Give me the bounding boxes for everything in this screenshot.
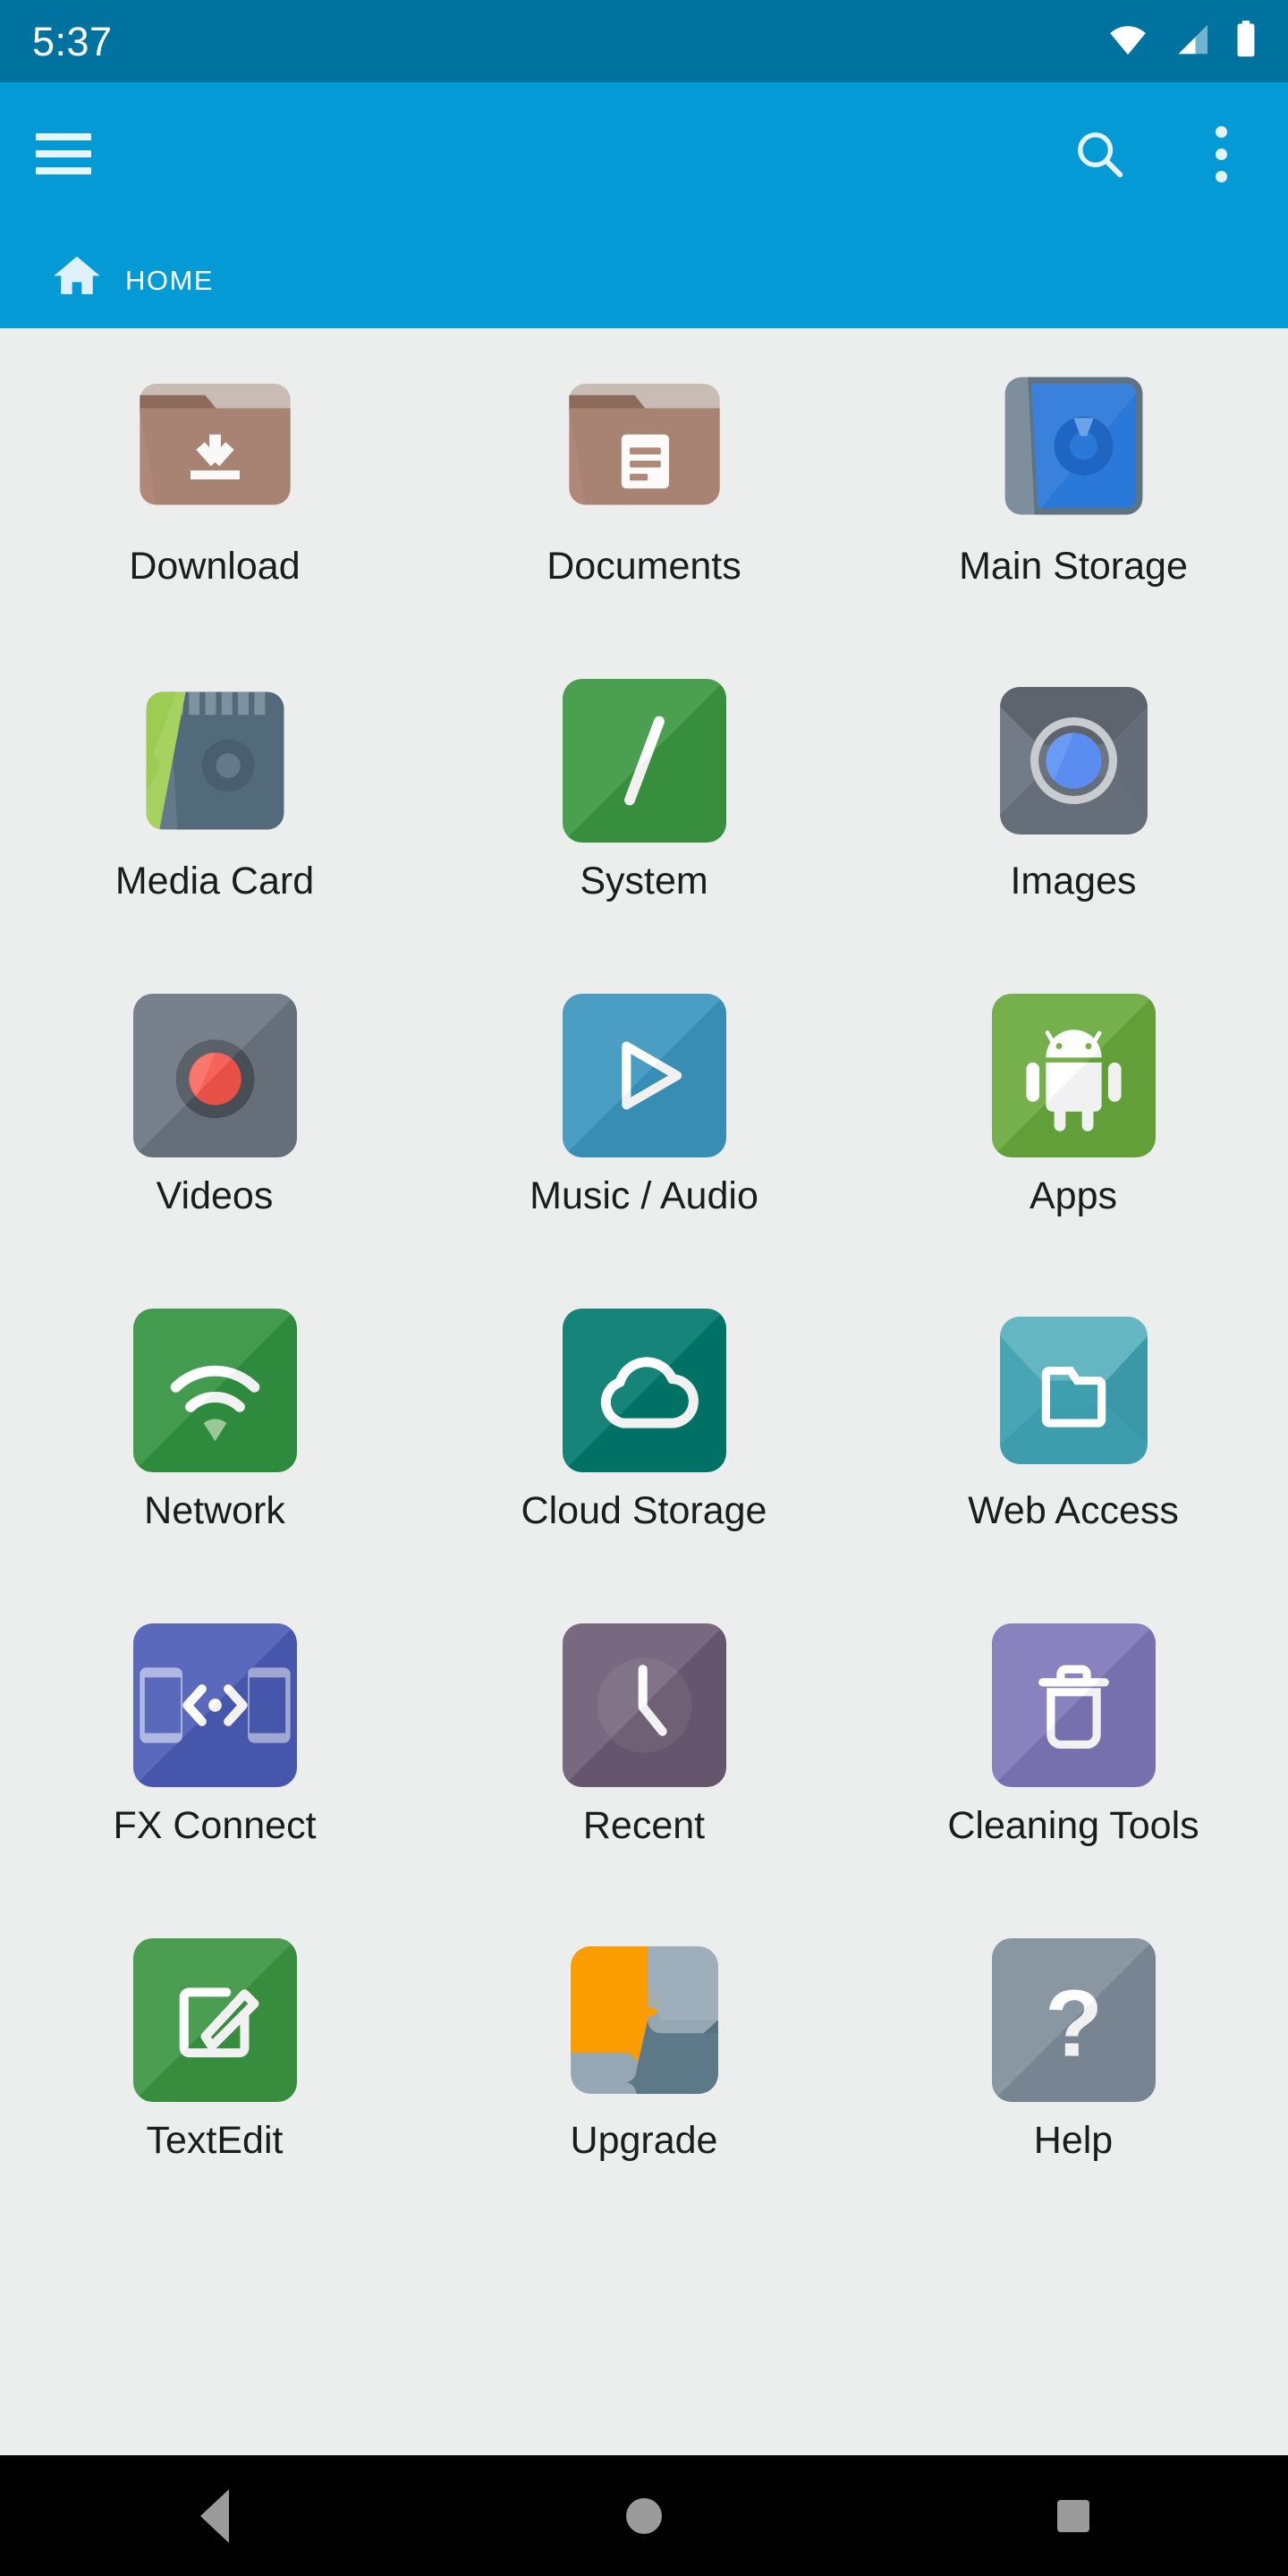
grid-item-web-access[interactable]: Web Access [859, 1291, 1288, 1606]
grid-item-media-card[interactable]: Media Card [0, 661, 429, 976]
grid-item-label: Network [144, 1489, 285, 1532]
grid-item-cloud-storage[interactable]: Cloud Storage [429, 1291, 859, 1606]
grid-item-label: Apps [1029, 1174, 1117, 1217]
grid-item-label: Videos [156, 1174, 274, 1217]
grid-item-label: Upgrade [570, 2119, 718, 2162]
grid-item-upgrade[interactable]: Upgrade [429, 1920, 859, 2235]
upgrade-puzzle-icon [563, 1938, 726, 2102]
grid-item-images[interactable]: Images [859, 661, 1288, 976]
wifi-icon [1107, 23, 1148, 60]
grid-item-label: System [580, 860, 708, 902]
cloud-storage-icon [562, 1309, 726, 1472]
grid-item-label: Documents [547, 545, 741, 588]
breadcrumb[interactable]: Home [0, 225, 1288, 328]
recents-button[interactable] [1011, 2455, 1136, 2576]
grid-item-download[interactable]: Download [0, 346, 429, 661]
grid-item-label: Recent [582, 1804, 706, 1847]
media-card-icon [133, 679, 297, 843]
status-bar-icons [1107, 20, 1258, 63]
grid-item-help[interactable]: ? Help [859, 1920, 1288, 2235]
grid-item-apps[interactable]: Apps [859, 976, 1288, 1291]
svg-text:?: ? [1045, 1971, 1103, 2077]
status-bar: 5:37 [0, 0, 1288, 82]
main-storage-icon [992, 364, 1156, 528]
download-folder-icon [133, 364, 297, 528]
textedit-pencil-icon [132, 1938, 297, 2102]
grid-item-fx-connect[interactable]: FX Connect [0, 1606, 429, 1920]
grid-item-label: TextEdit [146, 2119, 284, 2162]
grid-item-music-audio[interactable]: Music / Audio [429, 976, 859, 1291]
recents-square-icon [1057, 2499, 1089, 2532]
grid-item-videos[interactable]: Videos [0, 976, 429, 1291]
breadcrumb-label: Home [125, 254, 214, 299]
grid-item-label: Help [1033, 2119, 1114, 2162]
grid-item-label: Images [1010, 860, 1137, 902]
file-shortcut-grid: Download Documents Main Storage Media Ca… [0, 328, 1288, 2454]
app-bar-top-row [0, 82, 1288, 225]
back-triangle-icon [200, 2488, 229, 2543]
app-bar: Home [0, 82, 1288, 328]
status-bar-clock: 5:37 [32, 18, 113, 64]
grid-item-label: Main Storage [959, 545, 1188, 588]
network-wifi-icon [132, 1309, 297, 1472]
grid-item-documents[interactable]: Documents [429, 346, 859, 661]
videos-record-icon [132, 994, 297, 1157]
recent-clock-icon [562, 1623, 726, 1787]
system-root-icon [562, 679, 726, 843]
cleaning-trash-icon [991, 1623, 1156, 1787]
app-bar-actions [1068, 123, 1252, 185]
overflow-menu-icon[interactable] [1190, 123, 1252, 185]
help-question-icon: ? [991, 1938, 1156, 2102]
grid-item-label: Music / Audio [530, 1174, 758, 1217]
android-file-manager-screen: 5:37 home Download Documents Main Storag… [0, 0, 1288, 2576]
home-button[interactable] [581, 2455, 707, 2576]
battery-icon [1234, 20, 1258, 63]
home-icon [52, 251, 102, 302]
grid-item-label: Media Card [114, 860, 315, 902]
grid-item-cleaning-tools[interactable]: Cleaning Tools [859, 1606, 1288, 1920]
home-circle-icon [626, 2497, 662, 2534]
system-navigation-bar [0, 2455, 1288, 2576]
apps-android-icon [991, 994, 1156, 1157]
grid-item-label: Web Access [968, 1489, 1179, 1532]
grid-item-recent[interactable]: Recent [429, 1606, 859, 1920]
back-button[interactable] [152, 2455, 277, 2576]
grid-item-label: FX Connect [113, 1804, 317, 1847]
grid-item-system[interactable]: System [429, 661, 859, 976]
grid-item-network[interactable]: Network [0, 1291, 429, 1606]
grid-item-textedit[interactable]: TextEdit [0, 1920, 429, 2235]
documents-folder-icon [563, 364, 726, 528]
music-play-icon [562, 994, 726, 1157]
grid-item-label: Cleaning Tools [947, 1804, 1199, 1847]
cellular-signal-icon [1172, 23, 1211, 60]
images-camera-icon [992, 679, 1156, 843]
grid-item-label: Cloud Storage [521, 1489, 767, 1532]
search-icon[interactable] [1068, 123, 1131, 185]
hamburger-menu-icon[interactable] [36, 133, 91, 174]
web-access-folder-icon [992, 1309, 1156, 1472]
fx-connect-icon [132, 1623, 297, 1787]
grid-item-main-storage[interactable]: Main Storage [859, 346, 1288, 661]
grid-item-label: Download [129, 545, 301, 588]
